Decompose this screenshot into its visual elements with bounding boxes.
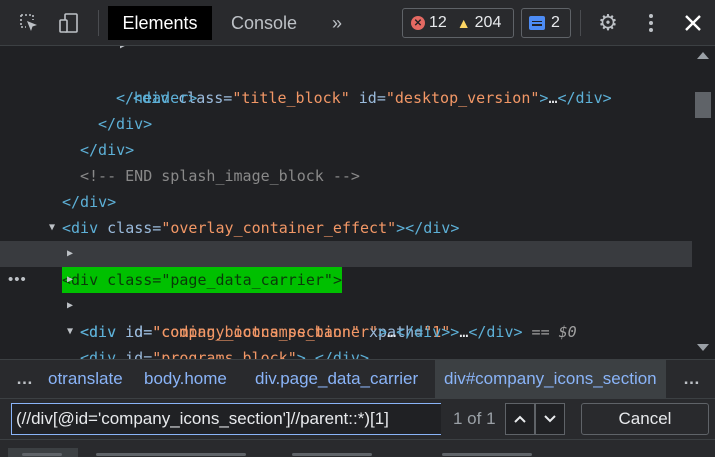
tree-row[interactable]: ▶ <div id="coding_bootcamps_banner">…</d… bbox=[0, 267, 692, 341]
expand-triangle-icon[interactable]: ▶ bbox=[67, 241, 73, 267]
tree-row-selected[interactable]: ••• ▶ <div id="company_icons_section" xp… bbox=[0, 241, 692, 341]
chevron-down-icon bbox=[544, 415, 556, 423]
collapse-triangle-icon[interactable]: ▼ bbox=[67, 319, 73, 345]
bottom-panel-tabs bbox=[0, 439, 715, 457]
tree-row[interactable]: <div class="overlay_container_effect"></… bbox=[0, 189, 692, 237]
bottom-tab-label-cropped[interactable] bbox=[442, 453, 532, 456]
previous-match-button[interactable] bbox=[505, 403, 535, 435]
messages-counter[interactable]: 2 bbox=[521, 8, 571, 38]
warning-count: 204 bbox=[474, 14, 502, 31]
breadcrumb-overflow-right[interactable]: … bbox=[683, 360, 701, 398]
kebab-menu-icon[interactable] bbox=[636, 8, 666, 38]
search-bar: 1 of 1 Cancel bbox=[0, 399, 715, 439]
message-icon bbox=[529, 16, 545, 30]
inspect-element-icon[interactable] bbox=[12, 8, 46, 38]
tab-console[interactable]: Console bbox=[218, 6, 310, 40]
tree-row[interactable]: ▼ <div id="get_quick_answers_section"> bbox=[0, 319, 692, 345]
tree-row[interactable]: </div> bbox=[0, 163, 692, 211]
toolbar-divider bbox=[98, 10, 99, 36]
tree-row[interactable]: <!-- END splash_image_block --> bbox=[0, 137, 692, 185]
tree-scrollbar[interactable] bbox=[692, 46, 715, 359]
message-count: 2 bbox=[551, 14, 560, 31]
bottom-tab-label-cropped bbox=[22, 453, 62, 456]
collapse-triangle-icon[interactable]: ▼ bbox=[49, 215, 55, 241]
search-input[interactable] bbox=[11, 403, 441, 435]
tree-row[interactable]: </header> bbox=[0, 59, 692, 107]
scroll-down-icon[interactable] bbox=[697, 344, 709, 351]
tree-row[interactable]: ▶ <div id="programs_block">…</div> bbox=[0, 293, 692, 359]
toolbar-divider bbox=[580, 10, 581, 36]
tree-row[interactable]: ▼ <div class="page_data_carrier"> bbox=[0, 215, 692, 293]
error-count: 12 bbox=[429, 14, 447, 31]
bottom-tab-label-cropped[interactable] bbox=[96, 453, 246, 456]
device-toolbar-icon[interactable] bbox=[52, 8, 86, 38]
bottom-tab-label-cropped[interactable] bbox=[292, 453, 372, 456]
devtools-toolbar: Elements Console » ✕ 12 ▲ 204 2 ⚙ bbox=[0, 0, 715, 46]
breadcrumb-item-active[interactable]: div#company_icons_section bbox=[435, 360, 666, 398]
tab-elements[interactable]: Elements bbox=[108, 6, 212, 40]
breadcrumb: … otranslate body.home div.page_data_car… bbox=[0, 359, 715, 399]
next-match-button[interactable] bbox=[535, 403, 565, 435]
scrollbar-thumb[interactable] bbox=[695, 92, 711, 118]
chevron-up-icon bbox=[514, 415, 526, 423]
tree-row[interactable]: <h2>Have questions?</h2> bbox=[0, 345, 692, 359]
expand-triangle-icon[interactable]: ▶ bbox=[67, 293, 73, 319]
match-count: 1 of 1 bbox=[453, 409, 496, 428]
expand-triangle-icon[interactable]: ▶ bbox=[67, 267, 73, 293]
tree-row[interactable]: </div> bbox=[0, 85, 692, 133]
breadcrumb-item[interactable]: div.page_data_carrier bbox=[255, 360, 418, 398]
error-icon: ✕ bbox=[411, 16, 425, 30]
breadcrumb-item[interactable]: otranslate bbox=[46, 360, 125, 398]
scroll-up-icon[interactable] bbox=[697, 52, 709, 59]
issues-counter[interactable]: ✕ 12 ▲ 204 bbox=[402, 8, 514, 38]
dom-tree[interactable]: ▶ <div class="title_block" id="desktop_v… bbox=[0, 46, 692, 359]
breadcrumb-overflow-left[interactable]: … bbox=[16, 360, 34, 398]
cancel-button[interactable]: Cancel bbox=[581, 403, 709, 435]
tree-row[interactable]: </div> bbox=[0, 111, 692, 159]
close-icon[interactable] bbox=[676, 6, 710, 40]
tree-row[interactable]: ▶ <div class="title_block" id="desktop_v… bbox=[0, 46, 692, 107]
gear-icon[interactable]: ⚙ bbox=[592, 8, 624, 38]
warning-icon: ▲ bbox=[456, 15, 471, 31]
breadcrumb-item[interactable]: body.home bbox=[144, 360, 227, 398]
more-tabs-button[interactable]: » bbox=[320, 6, 354, 40]
expand-triangle-icon[interactable]: ▶ bbox=[120, 46, 126, 59]
